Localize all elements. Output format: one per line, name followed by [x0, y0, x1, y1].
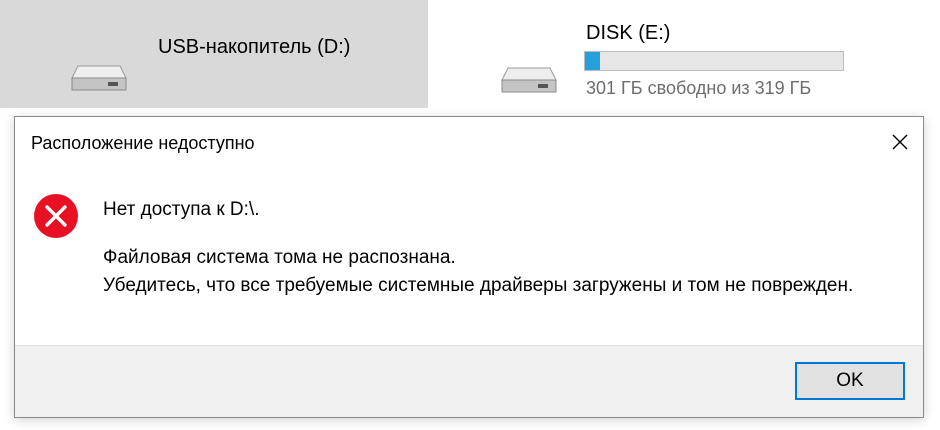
disk-capacity-bar: [584, 51, 844, 71]
error-message-line-2: Убедитесь, что все требуемые системные д…: [103, 275, 854, 296]
drive-tile-usb[interactable]: USB-накопитель (D:): [0, 0, 429, 108]
error-message-line-1: Файловая система тома не распознана.: [103, 247, 456, 268]
usb-drive-icon: [71, 65, 127, 91]
drive-label-disk: DISK (E:): [586, 22, 671, 44]
dialog-footer: OK: [15, 345, 923, 417]
close-icon: [892, 134, 908, 150]
ok-button[interactable]: OK: [795, 362, 905, 400]
disk-free-space: 301 ГБ свободно из 319 ГБ: [586, 78, 812, 98]
error-dialog: Расположение недоступно Нет доступа к D:…: [14, 116, 924, 418]
error-heading: Нет доступа к D:\.: [103, 199, 260, 220]
drive-label-usb: USB-накопитель (D:): [158, 36, 351, 58]
explorer-window: USB-накопитель (D:) DISK (E:) 301 ГБ сво…: [0, 0, 940, 430]
error-icon: [34, 194, 78, 238]
disk-capacity-fill: [585, 52, 601, 70]
hard-drive-icon: [501, 67, 557, 93]
close-button[interactable]: [883, 125, 917, 159]
dialog-title: Расположение недоступно: [31, 133, 255, 153]
